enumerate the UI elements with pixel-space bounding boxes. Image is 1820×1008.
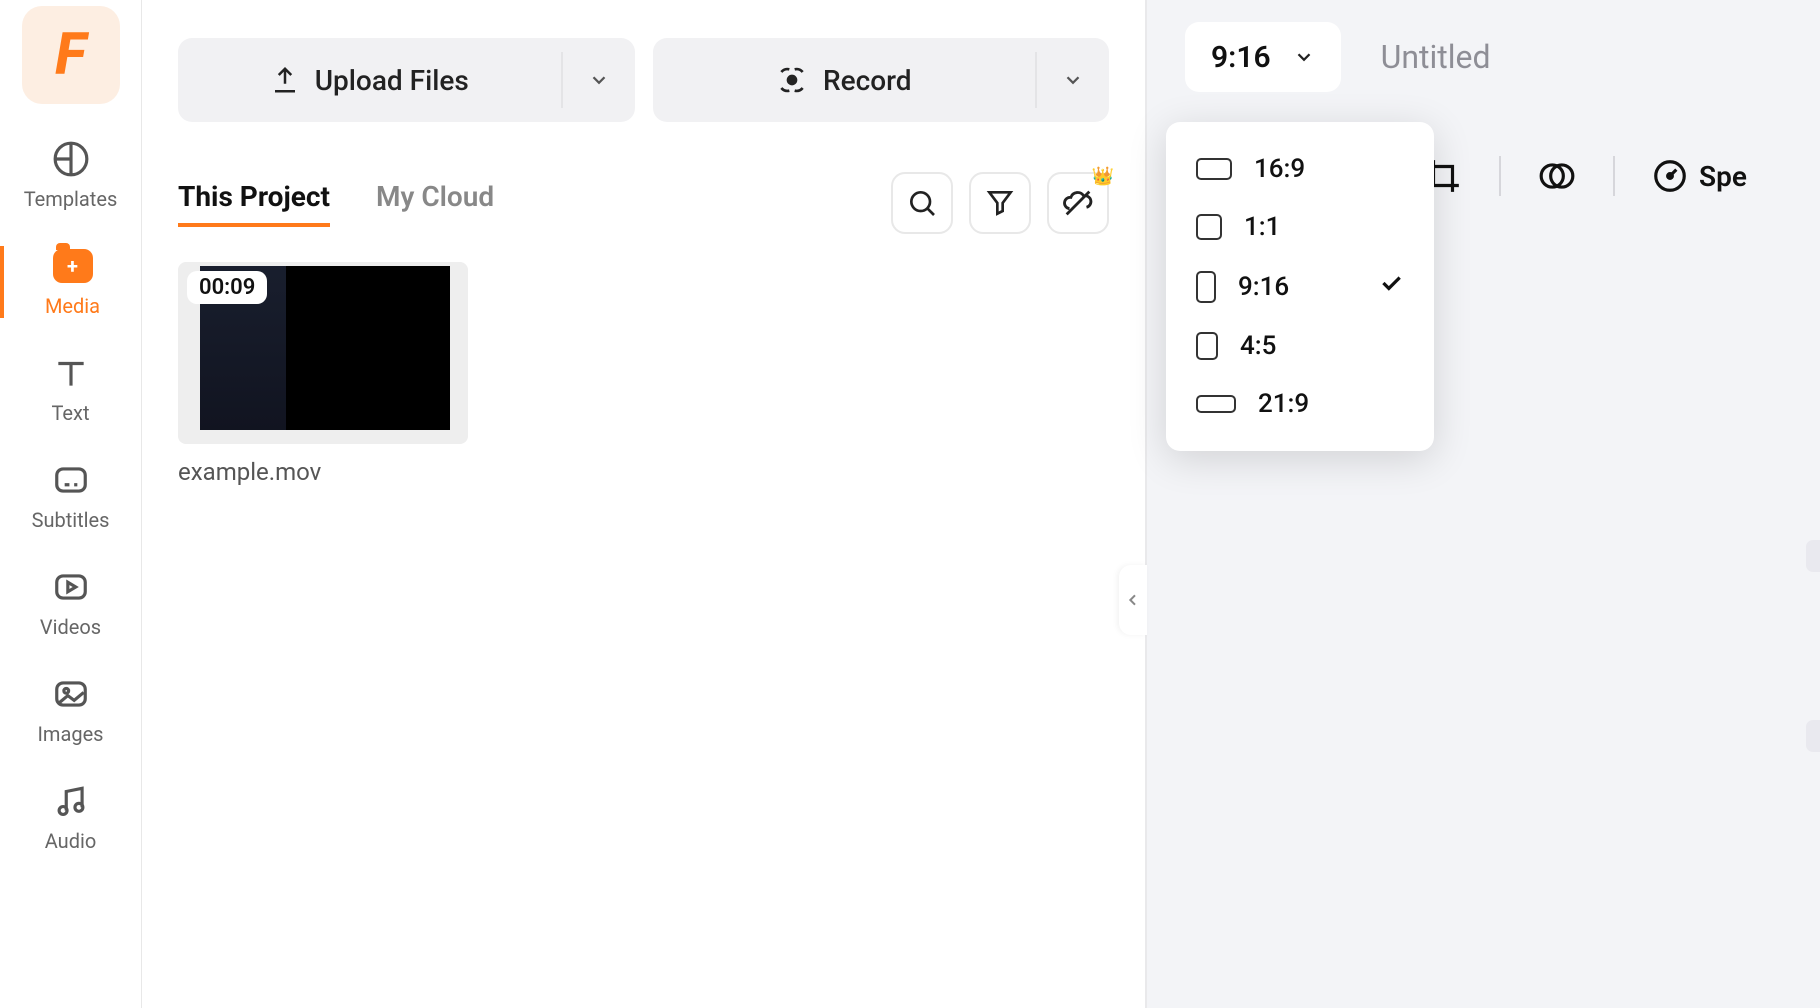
- media-duration: 00:09: [187, 271, 267, 304]
- main-panel: Upload Files Record This Project My Clou…: [142, 0, 1145, 1008]
- aspect-option-label: 4:5: [1240, 331, 1276, 361]
- sidebar-label-subtitles: Subtitles: [32, 508, 110, 532]
- videos-icon: [51, 567, 91, 607]
- aspect-option-4-5[interactable]: 4:5: [1166, 317, 1434, 375]
- text-icon: [51, 353, 91, 393]
- upload-chevron[interactable]: [563, 69, 635, 91]
- toolbar-divider: [1499, 156, 1501, 196]
- speed-label: Spe: [1699, 160, 1747, 193]
- sidebar-item-videos[interactable]: Videos: [0, 567, 141, 639]
- media-item[interactable]: 00:09 example.mov: [178, 262, 468, 486]
- sidebar-item-subtitles[interactable]: Subtitles: [0, 460, 141, 532]
- audio-icon: [51, 781, 91, 821]
- upload-files-main[interactable]: Upload Files: [178, 52, 563, 108]
- right-header: 9:16 Untitled: [1147, 0, 1820, 92]
- right-edge-marks: [1806, 540, 1820, 752]
- tabs-actions: 👑: [891, 172, 1109, 234]
- sidebar-label-videos: Videos: [40, 615, 101, 639]
- sidebar-label-templates: Templates: [24, 187, 118, 211]
- ratio-16-9-icon: [1196, 158, 1232, 180]
- aspect-ratio-menu: 16:9 1:1 9:16 4:5 21:9: [1166, 122, 1434, 451]
- project-title[interactable]: Untitled: [1381, 38, 1491, 76]
- app-logo[interactable]: F: [22, 6, 120, 104]
- record-main[interactable]: Record: [653, 52, 1038, 108]
- sidebar-item-media[interactable]: Media: [0, 246, 141, 318]
- edge-mark: [1806, 540, 1820, 572]
- record-label: Record: [823, 64, 912, 97]
- search-button[interactable]: [891, 172, 953, 234]
- record-icon: [776, 64, 808, 96]
- aspect-ratio-current: 9:16: [1211, 40, 1271, 75]
- aspect-option-label: 16:9: [1254, 154, 1305, 184]
- edge-mark: [1806, 720, 1820, 752]
- sidebar-item-text[interactable]: Text: [0, 353, 141, 425]
- aspect-option-16-9[interactable]: 16:9: [1166, 140, 1434, 198]
- toolbar-divider: [1613, 156, 1615, 196]
- mask-button[interactable]: [1537, 156, 1577, 196]
- media-filename: example.mov: [178, 458, 468, 486]
- cloud-sync-button[interactable]: 👑: [1047, 172, 1109, 234]
- sidebar-label-text: Text: [51, 401, 89, 425]
- collapse-panel-handle[interactable]: [1119, 565, 1147, 635]
- record-button[interactable]: Record: [653, 38, 1110, 122]
- tabs: This Project My Cloud: [178, 180, 494, 227]
- chevron-down-icon: [1062, 69, 1084, 91]
- ratio-9-16-icon: [1196, 271, 1216, 303]
- sidebar-label-audio: Audio: [45, 829, 97, 853]
- tabs-row: This Project My Cloud 👑: [178, 172, 1109, 234]
- speed-icon: [1651, 157, 1689, 195]
- aspect-option-label: 21:9: [1258, 389, 1309, 419]
- media-thumbnail[interactable]: 00:09: [178, 262, 468, 444]
- sidebar-item-templates[interactable]: Templates: [0, 139, 141, 211]
- left-sidebar: F Templates Media Text Subtitles Videos: [0, 0, 142, 1008]
- record-chevron[interactable]: [1037, 69, 1109, 91]
- media-grid: 00:09 example.mov: [178, 262, 1145, 486]
- sidebar-label-media: Media: [45, 294, 100, 318]
- right-panel: 9:16 Untitled Spe 16:9 1:1: [1145, 0, 1820, 1008]
- templates-icon: [51, 139, 91, 179]
- aspect-option-label: 1:1: [1244, 212, 1280, 242]
- cloud-off-icon: [1061, 186, 1095, 220]
- media-folder-icon: [53, 246, 93, 286]
- logo-f-icon: F: [55, 21, 86, 89]
- filter-icon: [984, 187, 1016, 219]
- aspect-option-21-9[interactable]: 21:9: [1166, 375, 1434, 433]
- sidebar-item-images[interactable]: Images: [0, 674, 141, 746]
- upload-files-button[interactable]: Upload Files: [178, 38, 635, 122]
- aspect-option-label: 9:16: [1238, 272, 1289, 302]
- crown-badge-icon: 👑: [1092, 166, 1114, 187]
- aspect-option-1-1[interactable]: 1:1: [1166, 198, 1434, 256]
- chevron-left-icon: [1125, 592, 1141, 608]
- tab-this-project[interactable]: This Project: [178, 180, 330, 227]
- filter-button[interactable]: [969, 172, 1031, 234]
- mask-icon: [1538, 157, 1576, 195]
- ratio-1-1-icon: [1196, 214, 1222, 240]
- ratio-4-5-icon: [1196, 332, 1218, 360]
- upload-files-label: Upload Files: [315, 64, 469, 97]
- check-icon: [1378, 270, 1404, 303]
- chevron-down-icon: [1293, 46, 1315, 68]
- sidebar-item-audio[interactable]: Audio: [0, 781, 141, 853]
- speed-button[interactable]: Spe: [1651, 156, 1747, 196]
- tab-my-cloud[interactable]: My Cloud: [376, 180, 494, 227]
- search-icon: [906, 187, 938, 219]
- top-buttons-row: Upload Files Record: [178, 38, 1109, 122]
- sidebar-label-images: Images: [37, 722, 103, 746]
- aspect-option-9-16[interactable]: 9:16: [1166, 256, 1434, 317]
- ratio-21-9-icon: [1196, 395, 1236, 413]
- upload-icon: [270, 65, 300, 95]
- aspect-ratio-button[interactable]: 9:16: [1185, 22, 1341, 92]
- subtitles-icon: [51, 460, 91, 500]
- images-icon: [51, 674, 91, 714]
- chevron-down-icon: [588, 69, 610, 91]
